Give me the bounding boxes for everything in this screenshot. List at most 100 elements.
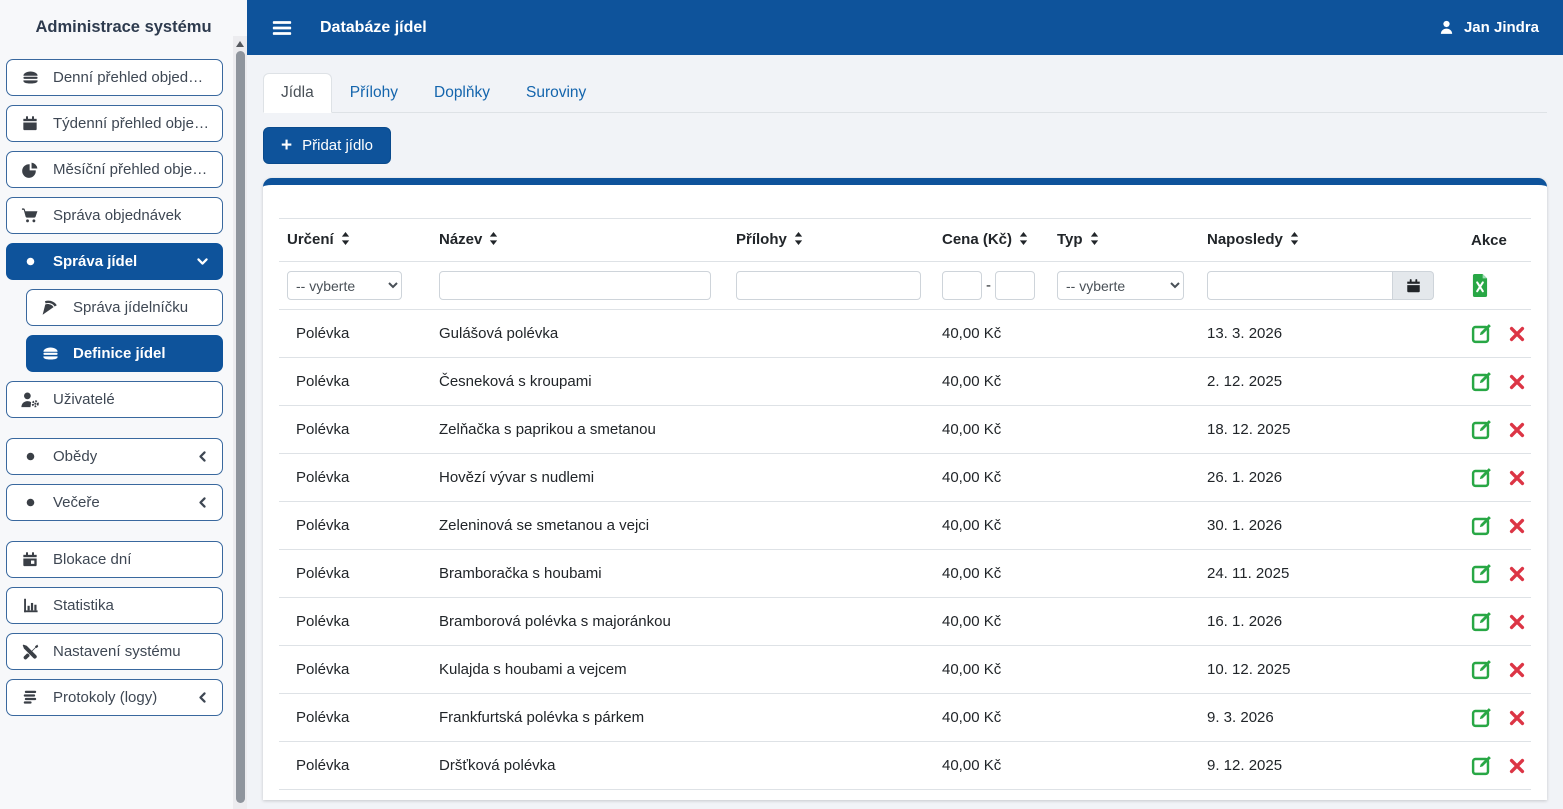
sidebar-item-blokace-dni[interactable]: Blokace dní bbox=[6, 541, 223, 578]
add-food-button[interactable]: + Přidat jídlo bbox=[263, 127, 391, 164]
column-label: Typ bbox=[1057, 231, 1083, 248]
column-header-naposledy[interactable]: Naposledy bbox=[1199, 218, 1463, 262]
sidebar-scrollbar[interactable] bbox=[233, 36, 247, 809]
row-actions bbox=[1471, 563, 1525, 584]
sidebar-item-mesicni-prehled-objednavek[interactable]: Měsíční přehled objednávek bbox=[6, 151, 223, 188]
sidebar-item-sprava-jidel[interactable]: Správa jídel bbox=[6, 243, 223, 280]
cell-nazev: Kulajda s houbami a vejcem bbox=[431, 645, 728, 694]
edit-icon[interactable] bbox=[1471, 611, 1492, 632]
excel-export-icon[interactable] bbox=[1471, 274, 1523, 297]
cart-icon bbox=[20, 207, 40, 224]
cell-urceni: Polévka bbox=[279, 693, 431, 742]
sidebar-item-sprava-jidelnicku[interactable]: Správa jídelníčku bbox=[26, 289, 223, 326]
edit-icon[interactable] bbox=[1471, 659, 1492, 680]
edit-icon[interactable] bbox=[1471, 467, 1492, 488]
sidebar-item-vecere[interactable]: Večeře bbox=[6, 484, 223, 521]
sidebar-item-denni-prehled-objednavek[interactable]: Denní přehled objednávek bbox=[6, 59, 223, 96]
delete-icon[interactable] bbox=[1509, 470, 1525, 486]
delete-icon[interactable] bbox=[1509, 662, 1525, 678]
datepicker-button[interactable] bbox=[1393, 271, 1434, 300]
filter-cena-min-input[interactable] bbox=[942, 271, 982, 300]
sidebar-item-nastaveni-systemu[interactable]: Nastavení systému bbox=[6, 633, 223, 670]
sort-icon bbox=[1290, 232, 1299, 249]
sidebar-item-tydenni-prehled-objednavek[interactable]: Týdenní přehled objednávek bbox=[6, 105, 223, 142]
filter-naposledy-input[interactable] bbox=[1207, 271, 1393, 300]
edit-icon[interactable] bbox=[1471, 563, 1492, 584]
delete-icon[interactable] bbox=[1509, 518, 1525, 534]
cell-cena: 40,00 Kč bbox=[934, 405, 1049, 454]
row-actions bbox=[1471, 419, 1525, 440]
edit-icon[interactable] bbox=[1471, 371, 1492, 392]
column-label: Určení bbox=[287, 231, 334, 248]
delete-icon[interactable] bbox=[1509, 326, 1525, 342]
delete-icon[interactable] bbox=[1509, 422, 1525, 438]
tab-jidla[interactable]: Jídla bbox=[263, 73, 332, 113]
delete-icon[interactable] bbox=[1509, 614, 1525, 630]
scroll-up-arrow-icon[interactable] bbox=[236, 41, 244, 47]
cell-typ bbox=[1049, 501, 1199, 550]
column-header-cena-kc[interactable]: Cena (Kč) bbox=[934, 218, 1049, 262]
edit-icon[interactable] bbox=[1471, 515, 1492, 536]
sidebar-item-statistika[interactable]: Statistika bbox=[6, 587, 223, 624]
table-row: PolévkaČočková polévka na kyselo 40,00 Kč… bbox=[279, 789, 1531, 800]
scrollbar-thumb[interactable] bbox=[235, 51, 245, 803]
table-header-row: Určení Název Přílohy Cena (Kč) Typ Naposledy A… bbox=[279, 218, 1531, 262]
table-row: Polévka Gulášová polévka 40,00 Kč 13. 3. 20… bbox=[279, 309, 1531, 358]
bar-chart-icon bbox=[20, 597, 40, 614]
filter-typ-select[interactable]: -- vyberte bbox=[1057, 271, 1184, 300]
tab-suroviny[interactable]: Suroviny bbox=[508, 73, 604, 113]
circle-icon bbox=[20, 450, 40, 463]
tab-doplnky[interactable]: Doplňky bbox=[416, 73, 508, 113]
delete-icon[interactable] bbox=[1509, 566, 1525, 582]
user-gear-icon bbox=[20, 391, 40, 409]
sidebar-item-label: Protokoly (logy) bbox=[53, 689, 158, 706]
cell-prilohy bbox=[728, 789, 934, 800]
filter-naposledy-group bbox=[1207, 271, 1434, 300]
column-header-prilohy[interactable]: Přílohy bbox=[728, 218, 934, 262]
sidebar-item-obedy[interactable]: Obědy bbox=[6, 438, 223, 475]
sidebar-group: Blokace dní Statistika Nastavení systému Pr… bbox=[6, 541, 223, 716]
cell-cena: 40,00 Kč bbox=[934, 453, 1049, 502]
tab-prilohy[interactable]: Přílohy bbox=[332, 73, 416, 113]
column-header-typ[interactable]: Typ bbox=[1049, 218, 1199, 262]
cell-nazev: Frankfurtská polévka s párkem bbox=[431, 693, 728, 742]
cell-akce bbox=[1463, 453, 1531, 502]
cell-naposledy: 26. 1. 2026 bbox=[1199, 453, 1463, 502]
filter-cena-max-input[interactable] bbox=[995, 271, 1035, 300]
add-food-label: Přidat jídlo bbox=[302, 137, 373, 154]
cell-cena: 40,00 Kč bbox=[934, 789, 1049, 800]
delete-icon[interactable] bbox=[1509, 374, 1525, 390]
filter-urceni-select[interactable]: -- vyberte bbox=[287, 271, 402, 300]
sidebar-group: Obědy Večeře bbox=[6, 438, 223, 521]
column-header-nazev[interactable]: Název bbox=[431, 218, 728, 262]
edit-icon[interactable] bbox=[1471, 419, 1492, 440]
filter-prilohy-input[interactable] bbox=[736, 271, 921, 300]
row-actions bbox=[1471, 755, 1525, 776]
sort-icon bbox=[1090, 232, 1099, 249]
column-header-urceni[interactable]: Určení bbox=[279, 218, 431, 262]
cell-urceni: Polévka bbox=[279, 405, 431, 454]
edit-icon[interactable] bbox=[1471, 755, 1492, 776]
filter-nazev-input[interactable] bbox=[439, 271, 711, 300]
sidebar-item-definice-jidel[interactable]: Definice jídel bbox=[26, 335, 223, 372]
burger-icon bbox=[20, 69, 40, 86]
row-actions bbox=[1471, 371, 1525, 392]
delete-icon[interactable] bbox=[1509, 710, 1525, 726]
sidebar-item-label: Definice jídel bbox=[73, 345, 166, 362]
cell-naposledy: 2. 12. 2025 bbox=[1199, 357, 1463, 406]
edit-icon[interactable] bbox=[1471, 707, 1492, 728]
sidebar-item-sprava-objednavek[interactable]: Správa objednávek bbox=[6, 197, 223, 234]
foods-table: Určení Název Přílohy Cena (Kč) Typ Naposledy A… bbox=[279, 218, 1531, 800]
edit-icon[interactable] bbox=[1471, 323, 1492, 344]
cell-urceni: Polévka bbox=[279, 549, 431, 598]
sidebar-item-label: Nastavení systému bbox=[53, 643, 181, 660]
cell-akce bbox=[1463, 357, 1531, 406]
row-actions bbox=[1471, 707, 1525, 728]
sidebar-item-uzivatele[interactable]: Uživatelé bbox=[6, 381, 223, 418]
user-menu[interactable]: Jan Jindra bbox=[1438, 19, 1539, 36]
cell-nazev: Dršťková polévka bbox=[431, 741, 728, 790]
menu-icon[interactable] bbox=[271, 17, 293, 39]
sidebar-item-protokoly-logy[interactable]: Protokoly (logy) bbox=[6, 679, 223, 716]
content: Jídla Přílohy Doplňky Suroviny + Přidat jíd… bbox=[247, 55, 1563, 809]
delete-icon[interactable] bbox=[1509, 758, 1525, 774]
